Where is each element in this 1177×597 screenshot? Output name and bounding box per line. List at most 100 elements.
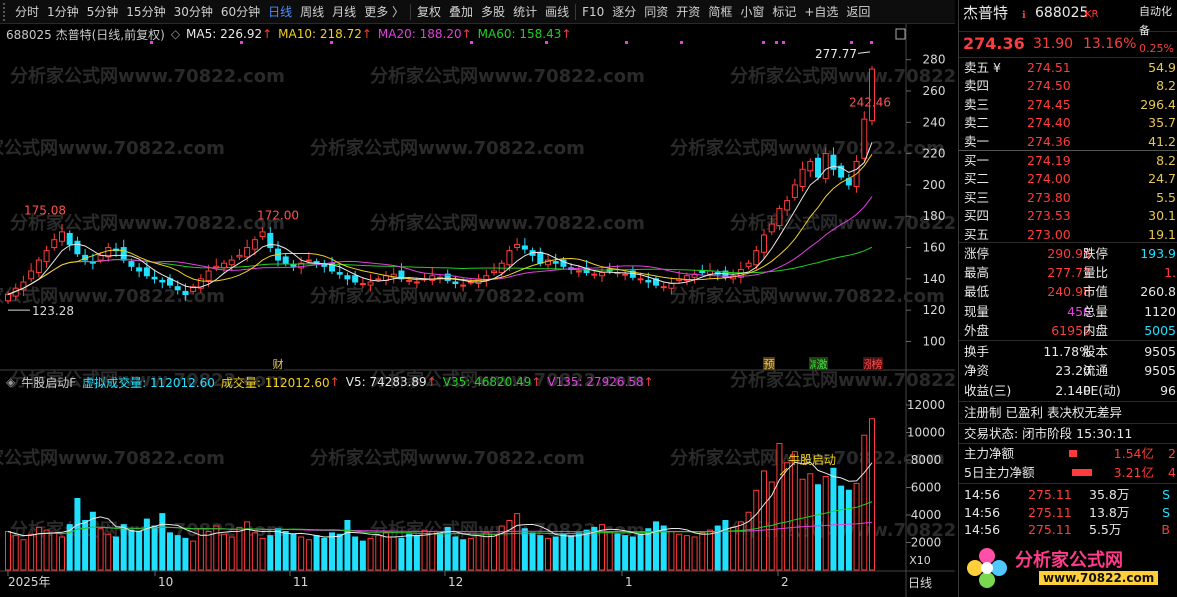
- price-tick-label: 260: [923, 84, 946, 98]
- auto-label[interactable]: 自动化: [1139, 2, 1172, 21]
- toolbar-item-0[interactable]: 分时: [11, 1, 43, 23]
- virtual-volume: 虚拟成交量: 112012.60: [82, 375, 215, 390]
- tick-row-0: 14:56 275.11 35.8万 S: [959, 485, 1177, 504]
- bid-level-0[interactable]: 买一 274.19 8.2: [959, 151, 1177, 170]
- event-tag: 榜: [872, 357, 883, 371]
- toolbar-item-12[interactable]: 多股: [477, 1, 509, 23]
- candle-body: [367, 281, 374, 286]
- info-icon[interactable]: ℹ: [1022, 6, 1026, 25]
- flow-row-0[interactable]: 主力净额 1.54亿 2: [959, 444, 1177, 463]
- volume-bar: [583, 529, 590, 571]
- toolbar-item-20[interactable]: 小窗: [736, 1, 768, 23]
- candle-body: [359, 283, 366, 286]
- flow-row-1[interactable]: 5日主力净额 3.21亿 4: [959, 463, 1177, 482]
- candle-body: [344, 275, 351, 280]
- volume-bar: [43, 529, 50, 571]
- v5-arrow: ↑: [426, 375, 437, 389]
- candle-body: [35, 259, 42, 274]
- x-tick-label: 10: [158, 575, 173, 589]
- volume-bar: [591, 526, 598, 571]
- ask-level-4[interactable]: 卖一 274.36 41.2: [959, 132, 1177, 151]
- ask-level-0[interactable]: 卖五 ¥ 274.51 54.9: [959, 58, 1177, 77]
- volume-bar: [228, 536, 235, 571]
- toolbar-item-23[interactable]: 返回: [842, 1, 874, 23]
- volume-bar: [491, 533, 497, 571]
- volume-bar: [861, 434, 868, 571]
- v5-value: V5: 74283.89: [345, 375, 427, 389]
- toolbar-item-16[interactable]: 逐分: [608, 1, 640, 23]
- toolbar-item-21[interactable]: 标记: [768, 1, 800, 23]
- toolbar-item-13[interactable]: 统计: [509, 1, 541, 23]
- indicator-name[interactable]: 牛股启动F: [21, 374, 76, 391]
- candle-body: [491, 270, 497, 274]
- ask-price: 274.50: [1027, 78, 1071, 94]
- volume-bar: [251, 532, 258, 571]
- toolbar-item-5[interactable]: 60分钟: [217, 1, 264, 23]
- candle-body: [514, 243, 521, 249]
- ask-level-1[interactable]: 卖四 274.50 8.2: [959, 76, 1177, 95]
- tick-time: 14:56: [964, 487, 1001, 502]
- stat-label: 最低: [964, 284, 990, 300]
- toolbar-item-17[interactable]: 同资: [640, 1, 672, 23]
- bid-level-2[interactable]: 买三 273.80 5.5: [959, 188, 1177, 207]
- toolbar-item-3[interactable]: 15分钟: [122, 1, 169, 23]
- toolbar-separator: [575, 3, 577, 20]
- toolbar-item-4[interactable]: 30分钟: [170, 1, 217, 23]
- tick-side: B: [1161, 522, 1170, 537]
- stat-label: 现量: [964, 303, 990, 319]
- volume-bar: [622, 535, 629, 571]
- bid-level-1[interactable]: 买二 274.00 24.7: [959, 169, 1177, 188]
- volume-unit-label: X10: [909, 554, 931, 567]
- toolbar-item-15[interactable]: F10: [578, 1, 608, 23]
- volume-bar: [282, 531, 289, 571]
- candle-body: [861, 118, 868, 159]
- ma10-arrow: ↑: [361, 27, 372, 41]
- toolbar-item-10[interactable]: 复权: [413, 1, 445, 23]
- toolbar-item-22[interactable]: +自选: [800, 1, 842, 23]
- bid-label: 买四: [964, 208, 990, 224]
- bid-level-4[interactable]: 买五 273.00 19.1: [959, 225, 1177, 244]
- volume-bar: [352, 536, 359, 571]
- toolbar-grip-icon[interactable]: [3, 2, 11, 21]
- candle-body: [815, 157, 821, 178]
- tick-volume: 13.8万: [1089, 504, 1130, 520]
- bid-level-3[interactable]: 买四 273.53 30.1: [959, 206, 1177, 225]
- watermark-text: 分析家公式网www.70822.com: [670, 285, 945, 307]
- settings-icon[interactable]: ◈: [6, 375, 15, 389]
- tick-time: 14:56: [964, 504, 1001, 520]
- price-row: 274.36 31.90 13.16% 0.25% 备: [959, 24, 1177, 55]
- toolbar-item-7[interactable]: 周线: [296, 1, 328, 23]
- collapse-icon[interactable]: ◇: [171, 27, 180, 41]
- volume-bar: [398, 537, 405, 571]
- volume-bar: [537, 535, 544, 571]
- toolbar-item-19[interactable]: 简框: [704, 1, 736, 23]
- stat-label-2: PE(动): [1083, 382, 1121, 398]
- ask-level-3[interactable]: 卖二 274.40 35.7: [959, 113, 1177, 132]
- auto-sub: 备: [1139, 24, 1150, 37]
- candle-body: [28, 270, 35, 280]
- volume-bar: [143, 518, 150, 571]
- volume-bar: [699, 532, 706, 571]
- toolbar-item-8[interactable]: 月线: [328, 1, 360, 23]
- toolbar-item-9[interactable]: 更多 〉: [360, 1, 408, 23]
- volume-bar: [838, 485, 845, 571]
- toolbar-item-14[interactable]: 画线: [541, 1, 573, 23]
- ask-level-2[interactable]: 卖三 274.45 296.4: [959, 95, 1177, 114]
- candle-body: [429, 275, 436, 281]
- toolbar-item-18[interactable]: 开资: [672, 1, 704, 23]
- candle-body: [745, 262, 752, 267]
- window-icon[interactable]: [895, 28, 906, 40]
- flow-tail: 2: [1168, 446, 1176, 461]
- toolbar-item-1[interactable]: 1分钟: [43, 1, 83, 23]
- stat-value-2: 193.9: [1140, 246, 1176, 261]
- stock-code: 688025: [1035, 5, 1089, 21]
- volume-tick-label: 10000: [907, 426, 945, 440]
- period-tab[interactable]: 日线: [908, 576, 932, 590]
- v35-arrow: ↑: [531, 375, 542, 389]
- x-tick-label: 11: [293, 575, 308, 589]
- toolbar-item-11[interactable]: 叠加: [445, 1, 477, 23]
- toolbar-item-2[interactable]: 5分钟: [83, 1, 123, 23]
- chart-area[interactable]: 分析家公式网www.70822.com 分析家公式网www.70822.com 分析…: [0, 24, 955, 597]
- toolbar-item-6[interactable]: 日线: [264, 1, 296, 23]
- x-tick-label: 2025年: [8, 575, 51, 589]
